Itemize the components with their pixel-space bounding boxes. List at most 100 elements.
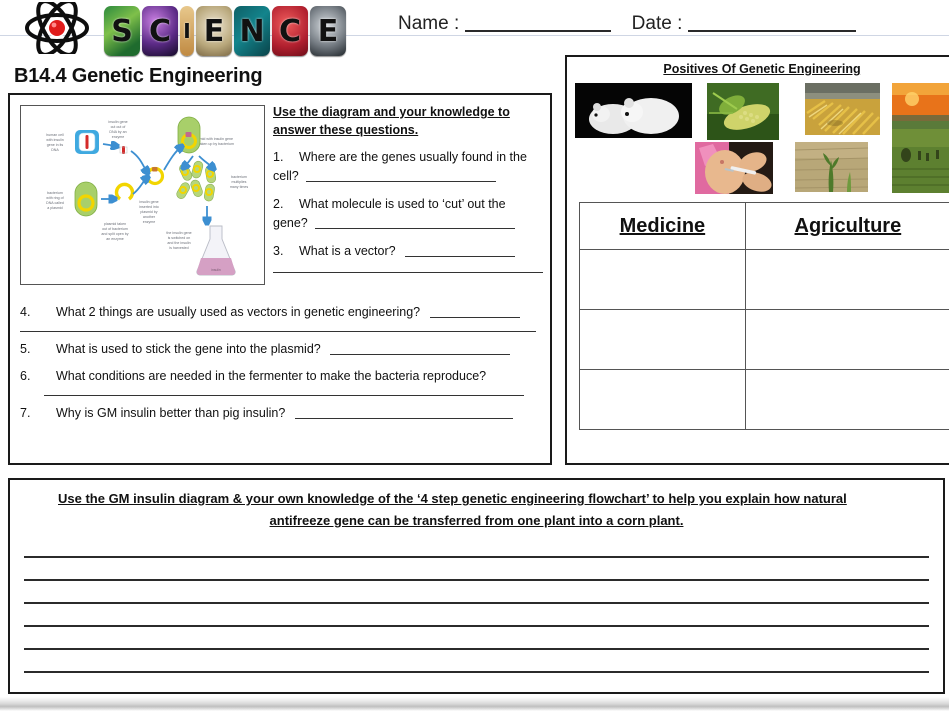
svg-text:bacterium: bacterium: [231, 175, 247, 179]
name-date-row: Name : Date :: [398, 13, 856, 35]
logo-tile-s: S: [104, 6, 140, 56]
table-cell-medicine[interactable]: [579, 249, 746, 310]
answer-line[interactable]: [24, 648, 929, 650]
table-header-medicine: Medicine: [579, 202, 746, 250]
logo-tile-c2: C: [272, 6, 308, 56]
svg-text:bacterium: bacterium: [47, 191, 63, 195]
date-input-line[interactable]: [687, 14, 856, 32]
answer-line[interactable]: [24, 625, 929, 627]
extended-instruction: Use the GM insulin diagram & your own kn…: [10, 480, 943, 532]
column-header-label: Agriculture: [794, 214, 902, 237]
svg-text:and the insulin: and the insulin: [167, 241, 190, 245]
answer-line[interactable]: [24, 671, 929, 674]
question-4: 4. What 2 things are usually used as vect…: [10, 302, 550, 322]
photo-gm-mice: [575, 83, 692, 138]
photo-rice-paddy: [892, 83, 949, 193]
question-2: 2. What molecule is used to ‘cut’ out the…: [273, 195, 543, 233]
question-text: What 2 things are usually used as vector…: [56, 305, 421, 319]
page-bottom-edge: [0, 697, 949, 711]
answer-line[interactable]: [24, 602, 929, 604]
answer-line[interactable]: [44, 395, 524, 397]
extended-answer-panel: Use the GM insulin diagram & your own kn…: [8, 478, 945, 694]
answer-line[interactable]: [429, 304, 520, 318]
question-6: 6. What conditions are needed in the ferm…: [10, 366, 550, 386]
logo-tile-e2: E: [310, 6, 346, 56]
logo-tile-n: N: [234, 6, 270, 56]
table-header-agriculture: Agriculture: [744, 202, 949, 250]
svg-text:the insulin gene: the insulin gene: [166, 231, 191, 235]
svg-text:human cell: human cell: [46, 133, 64, 137]
answer-line[interactable]: [315, 215, 516, 229]
svg-text:is switched on: is switched on: [168, 236, 191, 240]
svg-text:multiplies: multiplies: [232, 180, 247, 184]
photo-strip: [567, 80, 949, 195]
answer-line[interactable]: [24, 579, 929, 581]
logo-letter: E: [203, 13, 225, 49]
question-1: 1. Where are the genes usually found in t…: [273, 148, 543, 186]
table-cell-agriculture[interactable]: [744, 369, 949, 430]
bottom-questions-group: 4. What 2 things are usually used as vect…: [10, 295, 550, 423]
name-input-line[interactable]: [464, 14, 611, 32]
photo-drought-crop: [795, 142, 868, 192]
positives-panel: Positives Of Genetic Engineering Medicin…: [565, 55, 949, 465]
answer-line[interactable]: [20, 331, 536, 333]
question-text: Why is GM insulin better than pig insuli…: [56, 406, 286, 421]
svg-text:plasmid by: plasmid by: [140, 210, 157, 214]
extended-instruction-line2: antifreeze gene can be transferred from …: [269, 513, 684, 528]
svg-text:insulin gene: insulin gene: [108, 120, 127, 124]
svg-text:with ring of: with ring of: [46, 196, 63, 200]
logo-letter: C: [278, 13, 302, 49]
column-header-label: Medicine: [619, 214, 706, 237]
question-text: What is a vector?: [299, 244, 396, 258]
svg-text:enzyme: enzyme: [143, 220, 156, 224]
gm-insulin-diagram-svg: human cellwith insulin gene in itsDNA ba…: [21, 106, 264, 284]
logo-letter: E: [317, 13, 339, 49]
questions-panel: human cell with insulin gene in its DNA ba…: [8, 93, 552, 465]
logo-letter: N: [239, 13, 265, 49]
gm-insulin-diagram: human cell with insulin gene in its DNA ba…: [20, 105, 265, 285]
answer-line[interactable]: [306, 168, 497, 182]
svg-text:and split open by: and split open by: [101, 232, 128, 236]
svg-text:plasmid taken: plasmid taken: [104, 222, 126, 226]
question-number: 6.: [20, 369, 31, 384]
top-questions-column: Use the diagram and your knowledge to an…: [273, 103, 543, 274]
question-3: 3. What is a vector?: [273, 242, 543, 261]
extended-instruction-line1: Use the GM insulin diagram & your own kn…: [58, 491, 847, 506]
svg-text:DNA called: DNA called: [46, 201, 64, 205]
svg-text:insulin gene: insulin gene: [139, 200, 158, 204]
svg-text:is harvested: is harvested: [169, 246, 188, 250]
question-number: 5.: [20, 342, 31, 357]
table-cell-medicine[interactable]: [579, 309, 746, 370]
answer-line[interactable]: [273, 272, 543, 274]
answer-line[interactable]: [330, 341, 511, 356]
svg-text:with insulin: with insulin: [46, 138, 64, 142]
positives-title: Positives Of Genetic Engineering: [663, 62, 861, 76]
svg-text:inserted into: inserted into: [139, 205, 159, 209]
table-row: [579, 369, 949, 430]
answer-line[interactable]: [405, 243, 516, 257]
questions-instruction: Use the diagram and your knowledge to an…: [273, 105, 510, 137]
logo-tile-i: I: [180, 6, 194, 56]
logo-letter: C: [148, 13, 172, 49]
table-cell-agriculture[interactable]: [744, 249, 949, 310]
question-text: What is used to stick the gene into the …: [56, 342, 321, 357]
question-number: 4.: [20, 305, 31, 319]
answer-line[interactable]: [24, 556, 929, 558]
worksheet-page: S C I E N C E Name : Date: B14.4 Geneti…: [0, 0, 949, 711]
page-header: S C I E N C E Name : Date:: [0, 0, 949, 58]
name-label: Name :: [398, 13, 460, 34]
table-row: [579, 249, 949, 310]
svg-text:enzyme: enzyme: [112, 135, 125, 139]
answer-line[interactable]: [294, 405, 513, 420]
question-number: 1.: [273, 150, 284, 164]
table-cell-agriculture[interactable]: [744, 309, 949, 370]
svg-text:insulin: insulin: [211, 268, 221, 272]
science-logo: S C I E N C E: [104, 6, 372, 56]
svg-text:DNA by an: DNA by an: [109, 130, 126, 134]
logo-letter: I: [183, 19, 191, 43]
table-cell-medicine[interactable]: [579, 369, 746, 430]
svg-text:another: another: [143, 215, 156, 219]
svg-text:DNA: DNA: [51, 148, 59, 152]
photo-vaccination: [695, 142, 773, 194]
question-number: 3.: [273, 244, 284, 258]
